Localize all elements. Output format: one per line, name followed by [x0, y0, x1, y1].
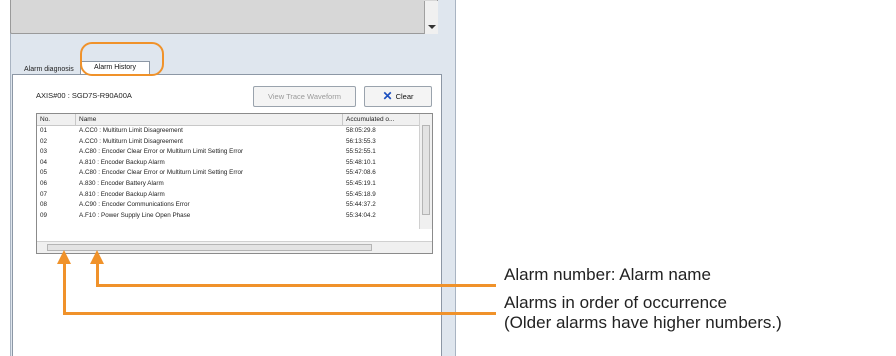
row-alarm-name: A.C80 : Encoder Clear Error or Multiturn… [79, 169, 244, 177]
row-alarm-name: A.F10 : Power Supply Line Open Phase [79, 211, 191, 219]
row-number: 03 [40, 148, 48, 156]
row-alarm-name: A.810 : Encoder Backup Alarm [79, 190, 165, 198]
axis-label: AXIS#00 : SGD7S-R90A00A [36, 91, 132, 100]
row-alarm-name: A.C90 : Encoder Communications Error [79, 201, 190, 209]
alarm-history-table[interactable]: No. Name Accumulated o... 01 A.CC0 : Mult… [36, 113, 433, 254]
row-accumulated-time: 55:44:37.2 [346, 201, 376, 209]
table-row[interactable]: 08 A.C90 : Encoder Communications Error 55… [37, 200, 420, 211]
row-accumulated-time: 56:13:55.3 [346, 137, 376, 145]
header-no[interactable]: No. [37, 114, 76, 125]
callout-line-name-horizontal [96, 284, 496, 287]
tab-highlight-circle [80, 42, 164, 76]
callout-alarm-number: Alarm number: Alarm name [504, 265, 711, 284]
table-row[interactable]: 03 A.C80 : Encoder Clear Error or Multitu… [37, 147, 420, 158]
row-number: 07 [40, 190, 48, 198]
table-header: No. Name Accumulated o... [37, 114, 420, 126]
callout-line-order-horizontal [63, 312, 496, 315]
vertical-scroll-thumb[interactable] [422, 125, 430, 215]
chevron-down-icon[interactable] [428, 25, 436, 29]
header-accumulated[interactable]: Accumulated o... [343, 114, 420, 125]
row-alarm-name: A.CC0 : Multiturn Limit Disagreement [79, 127, 183, 134]
row-alarm-name: A.C80 : Encoder Clear Error or Multiturn… [79, 148, 244, 156]
callout-order-line1: Alarms in order of occurrence [504, 293, 727, 312]
row-number: 09 [40, 211, 48, 219]
row-number: 01 [40, 127, 48, 134]
row-accumulated-time: 55:52:55.1 [346, 148, 376, 156]
table-row[interactable]: 06 A.830 : Encoder Battery Alarm 55:45:19.… [37, 179, 420, 190]
row-accumulated-time: 55:47:08.6 [346, 169, 376, 177]
clear-button-label: Clear [395, 92, 414, 101]
table-row[interactable]: 09 A.F10 : Power Supply Line Open Phase 55… [37, 211, 420, 222]
row-accumulated-time: 55:48:10.1 [346, 158, 376, 166]
row-alarm-name: A.CC0 : Multiturn Limit Disagreement [79, 137, 183, 145]
callout-line-order-vertical [63, 262, 66, 314]
row-number: 06 [40, 180, 48, 187]
table-row[interactable]: 02 A.CC0 : Multiturn Limit Disagreement 56… [37, 137, 420, 148]
callout-order-line2: (Older alarms have higher numbers.) [504, 313, 782, 332]
row-number: 04 [40, 158, 48, 166]
table-row[interactable]: 01 A.CC0 : Multiturn Limit Disagreement 58… [37, 126, 420, 137]
arrow-up-icon [57, 250, 71, 264]
row-accumulated-time: 55:34:04.2 [346, 211, 376, 219]
top-panel-scrollbar[interactable] [424, 1, 438, 34]
row-number: 05 [40, 169, 48, 177]
row-accumulated-time: 58:05:29.8 [346, 127, 376, 134]
row-alarm-name: A.830 : Encoder Battery Alarm [79, 180, 164, 187]
tab-alarm-diagnosis[interactable]: Alarm diagnosis [24, 66, 74, 73]
top-text-panel [10, 0, 438, 34]
clear-button[interactable]: ✕ Clear [364, 86, 432, 107]
table-row[interactable]: 07 A.810 : Encoder Backup Alarm 55:45:18.9 [37, 190, 420, 201]
header-name[interactable]: Name [76, 114, 343, 125]
row-accumulated-time: 55:45:19.1 [346, 180, 376, 187]
table-row[interactable]: 05 A.C80 : Encoder Clear Error or Multitu… [37, 168, 420, 179]
table-row[interactable]: 04 A.810 : Encoder Backup Alarm 55:48:10.1 [37, 158, 420, 169]
tab-divider [12, 74, 442, 75]
row-alarm-name: A.810 : Encoder Backup Alarm [79, 158, 165, 166]
close-icon: ✕ [382, 89, 393, 103]
row-number: 08 [40, 201, 48, 209]
view-trace-waveform-button[interactable]: View Trace Waveform [253, 86, 356, 107]
callout-line-name-vertical [96, 262, 99, 286]
row-number: 02 [40, 137, 48, 145]
arrow-up-icon [90, 250, 104, 264]
vertical-scrollbar[interactable] [419, 114, 432, 229]
row-accumulated-time: 55:45:18.9 [346, 190, 376, 198]
